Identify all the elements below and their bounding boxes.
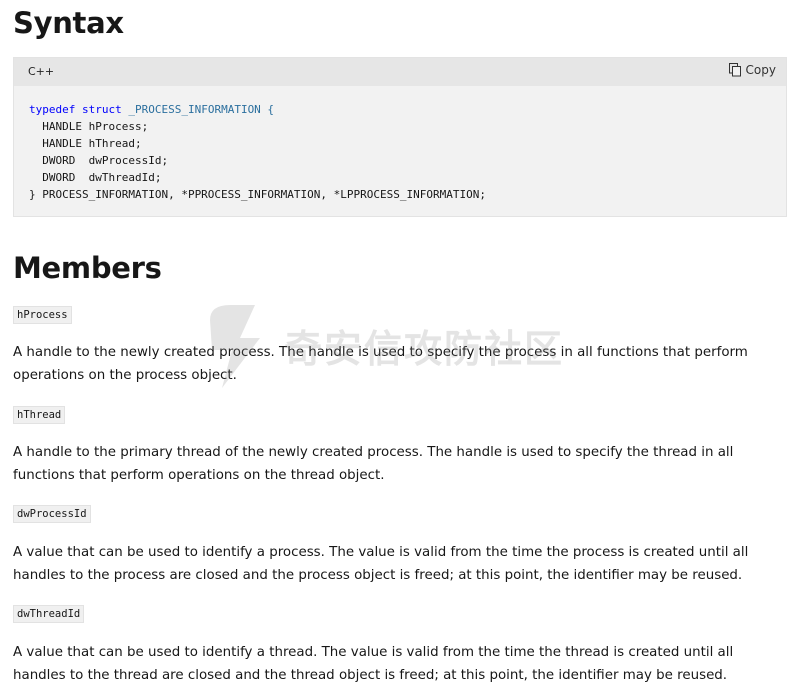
code-block: C++ Copy typedef struct _PROCESS_INFORMA…: [13, 57, 787, 217]
syntax-heading: Syntax: [13, 6, 124, 40]
member-name-dwthreadid: dwThreadId: [13, 605, 85, 623]
copy-label: Copy: [745, 63, 776, 77]
code-language-label: C++: [28, 65, 55, 78]
code-block-header: C++ Copy: [14, 58, 786, 86]
code-line-2: HANDLE hProcess;: [29, 120, 149, 133]
code-line-1: typedef struct _PROCESS_INFORMATION {: [29, 103, 275, 116]
code-line-5: DWORD dwThreadId;: [29, 171, 162, 184]
member-name-dwprocessid: dwProcessId: [13, 505, 91, 523]
code-content[interactable]: typedef struct _PROCESS_INFORMATION { HA…: [29, 101, 486, 203]
members-heading: Members: [13, 251, 162, 285]
member-description-dwthreadid: A value that can be used to identify a t…: [13, 645, 734, 683]
code-line-3: HANDLE hThread;: [29, 137, 142, 150]
member-description-hthread: A handle to the primary thread of the ne…: [13, 445, 734, 483]
member-description-hprocess: A handle to the newly created process. T…: [13, 345, 748, 383]
member-description-dwprocessid: A value that can be used to identify a p…: [13, 545, 749, 583]
copy-icon: [728, 63, 741, 77]
member-name-hprocess: hProcess: [13, 306, 72, 324]
code-line-4: DWORD dwProcessId;: [29, 154, 169, 167]
code-line-6: } PROCESS_INFORMATION, *PPROCESS_INFORMA…: [29, 188, 486, 201]
member-name-hthread: hThread: [13, 406, 66, 424]
copy-button[interactable]: Copy: [728, 63, 776, 77]
